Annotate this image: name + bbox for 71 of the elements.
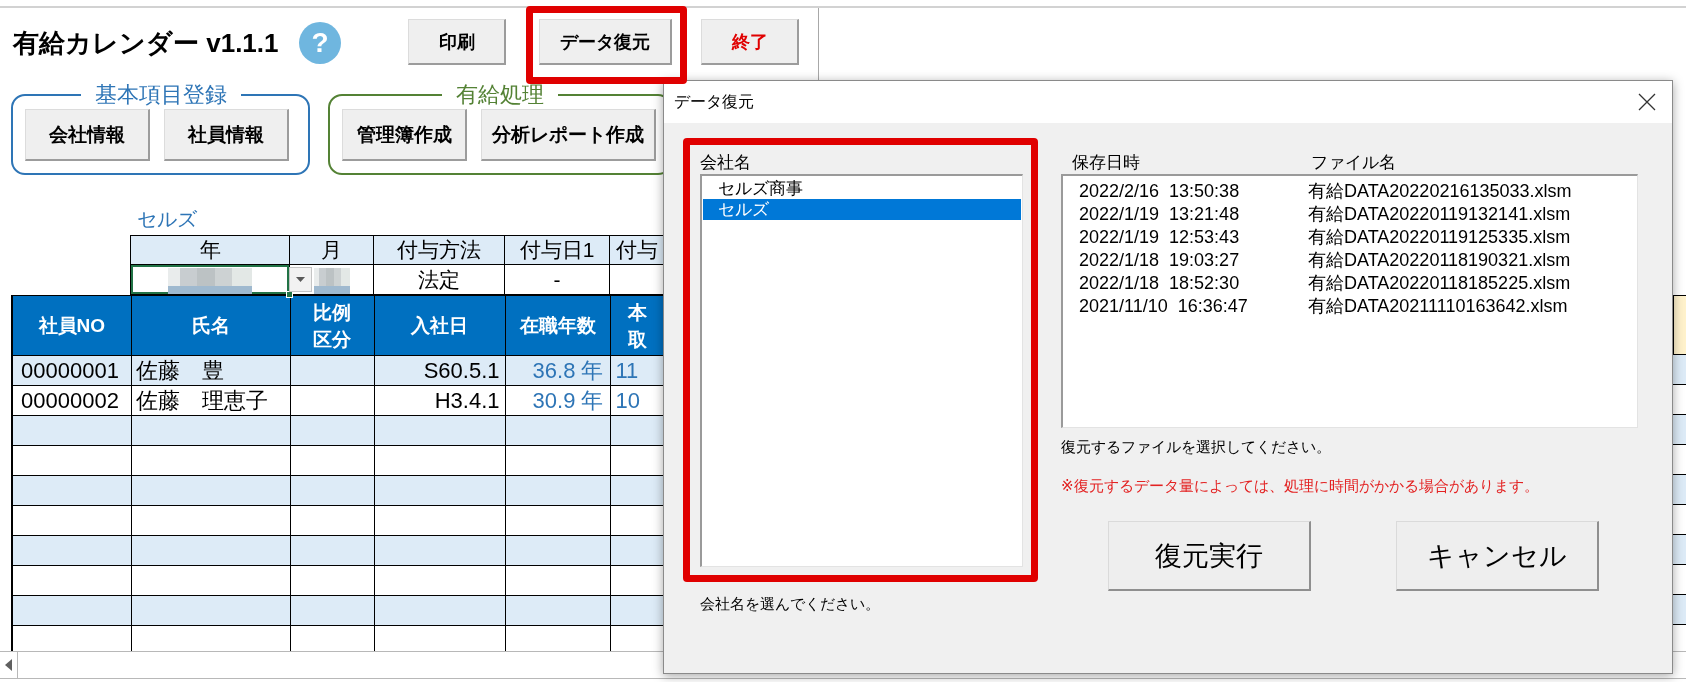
column-header: 本取	[610, 295, 664, 356]
column-header: 保存日時	[1072, 152, 1141, 174]
table-cell: 00000001	[12, 355, 131, 386]
company-name: セルズ	[137, 207, 197, 232]
dialog-title: データ復元	[674, 91, 754, 112]
table-cell: 30.9 年	[505, 385, 610, 416]
header-cell	[1673, 295, 1686, 355]
company-list-box[interactable]: セルズ商事 セルズ	[700, 174, 1023, 567]
table-cell: H3.4.1	[374, 385, 505, 416]
dialog-button[interactable]: 復元実行	[1108, 521, 1311, 591]
file-row[interactable]: 2022/1/18 19:03:27 有給DATA20220118190321.xlsm	[1063, 249, 1637, 272]
fill-handle-icon[interactable]	[286, 291, 293, 298]
column-header: 付与日1	[504, 235, 610, 265]
file-name: 有給DATA20220119132141.xlsm	[1308, 203, 1572, 226]
saved-time: 2022/1/18 19:03:27	[1079, 249, 1241, 272]
file-name: 有給DATA20220118190321.xlsm	[1308, 249, 1572, 272]
file-row[interactable]: 2022/1/18 18:52:30 有給DATA20220118185225.xlsm	[1063, 272, 1637, 295]
file-row[interactable]: 2022/2/16 13:50:38 有給DATA20220216135033.xlsm	[1063, 180, 1637, 203]
app-title: 有給カレンダー v1.1.1	[13, 27, 280, 59]
column-header: 付与	[609, 235, 664, 265]
table-cell: 00000002	[12, 385, 131, 416]
left-triangle-icon	[5, 659, 12, 671]
close-icon	[1638, 93, 1656, 111]
column-header: 年	[130, 235, 290, 265]
column-header: ファイル名	[1311, 152, 1397, 174]
saved-time: 2022/1/18 18:52:30	[1079, 272, 1241, 295]
file-row[interactable]: 2022/1/19 13:21:48 有給DATA20220119132141.xlsm	[1063, 203, 1637, 226]
hint-text: 会社名を選んでください。	[700, 595, 880, 613]
column-header: 入社日	[374, 295, 505, 356]
caret-icon	[296, 277, 305, 282]
dialog-button[interactable]: キャンセル	[1396, 521, 1599, 591]
file-name: 有給DATA20220118185225.xlsm	[1308, 272, 1572, 295]
table-cell: 佐藤 理恵子	[131, 385, 290, 416]
saved-time: 2022/1/19 12:53:43	[1079, 226, 1241, 249]
column-header: 在職年数	[505, 295, 610, 356]
column-header: 氏名	[131, 295, 290, 356]
saved-time: 2021/11/10 16:36:47	[1079, 295, 1249, 318]
table-cell: 36.8 年	[505, 355, 610, 386]
menu-button[interactable]: 管理簿作成	[342, 109, 467, 161]
table-cell: -	[504, 264, 610, 295]
warning-text: ※復元するデータ量によっては、処理に時間がかかる場合があります。	[1061, 477, 1539, 495]
file-name: 有給DATA20220216135033.xlsm	[1308, 180, 1573, 203]
saved-time: 2022/2/16 13:50:38	[1079, 180, 1241, 203]
file-name: 有給DATA20220119125335.xlsm	[1308, 226, 1572, 249]
file-name: 有給DATA20211110163642.xlsm	[1308, 295, 1569, 318]
list-item[interactable]: セルズ商事	[703, 178, 1021, 199]
group-title: 基本項目登録	[93, 82, 228, 108]
list-item[interactable]: セルズ	[703, 199, 1021, 220]
menu-button[interactable]: 分析レポート作成	[481, 109, 656, 161]
toolbar-button[interactable]: データ復元	[539, 19, 672, 65]
saved-time: 2022/1/19 13:21:48	[1079, 203, 1241, 226]
column-header: 付与方法	[373, 235, 505, 265]
field-label: 会社名	[700, 152, 752, 174]
toolbar-button[interactable]: 終了	[701, 19, 799, 65]
menu-button[interactable]: 社員情報	[164, 109, 289, 161]
column-header: 比例区分	[290, 295, 374, 356]
dropdown-button[interactable]	[289, 267, 312, 292]
table-cell: 法定	[373, 264, 505, 295]
file-row[interactable]: 2021/11/10 16:36:47 有給DATA20211110163642.xlsm	[1063, 295, 1637, 318]
group-title: 有給処理	[455, 82, 545, 108]
close-button[interactable]	[1636, 91, 1658, 113]
menu-button[interactable]: 会社情報	[25, 109, 150, 161]
file-row[interactable]: 2022/1/19 12:53:43 有給DATA20220119125335.xlsm	[1063, 226, 1637, 249]
table-cell: S60.5.1	[374, 355, 505, 386]
file-list-box[interactable]	[1061, 174, 1638, 428]
column-header: 月	[289, 235, 374, 265]
hint-text: 復元するファイルを選択してください。	[1061, 438, 1331, 456]
blurred-value	[313, 267, 350, 294]
table-cell: 佐藤 豊	[131, 355, 290, 386]
toolbar-button[interactable]: 印刷	[408, 19, 506, 65]
column-header: 社員NO	[12, 295, 131, 356]
